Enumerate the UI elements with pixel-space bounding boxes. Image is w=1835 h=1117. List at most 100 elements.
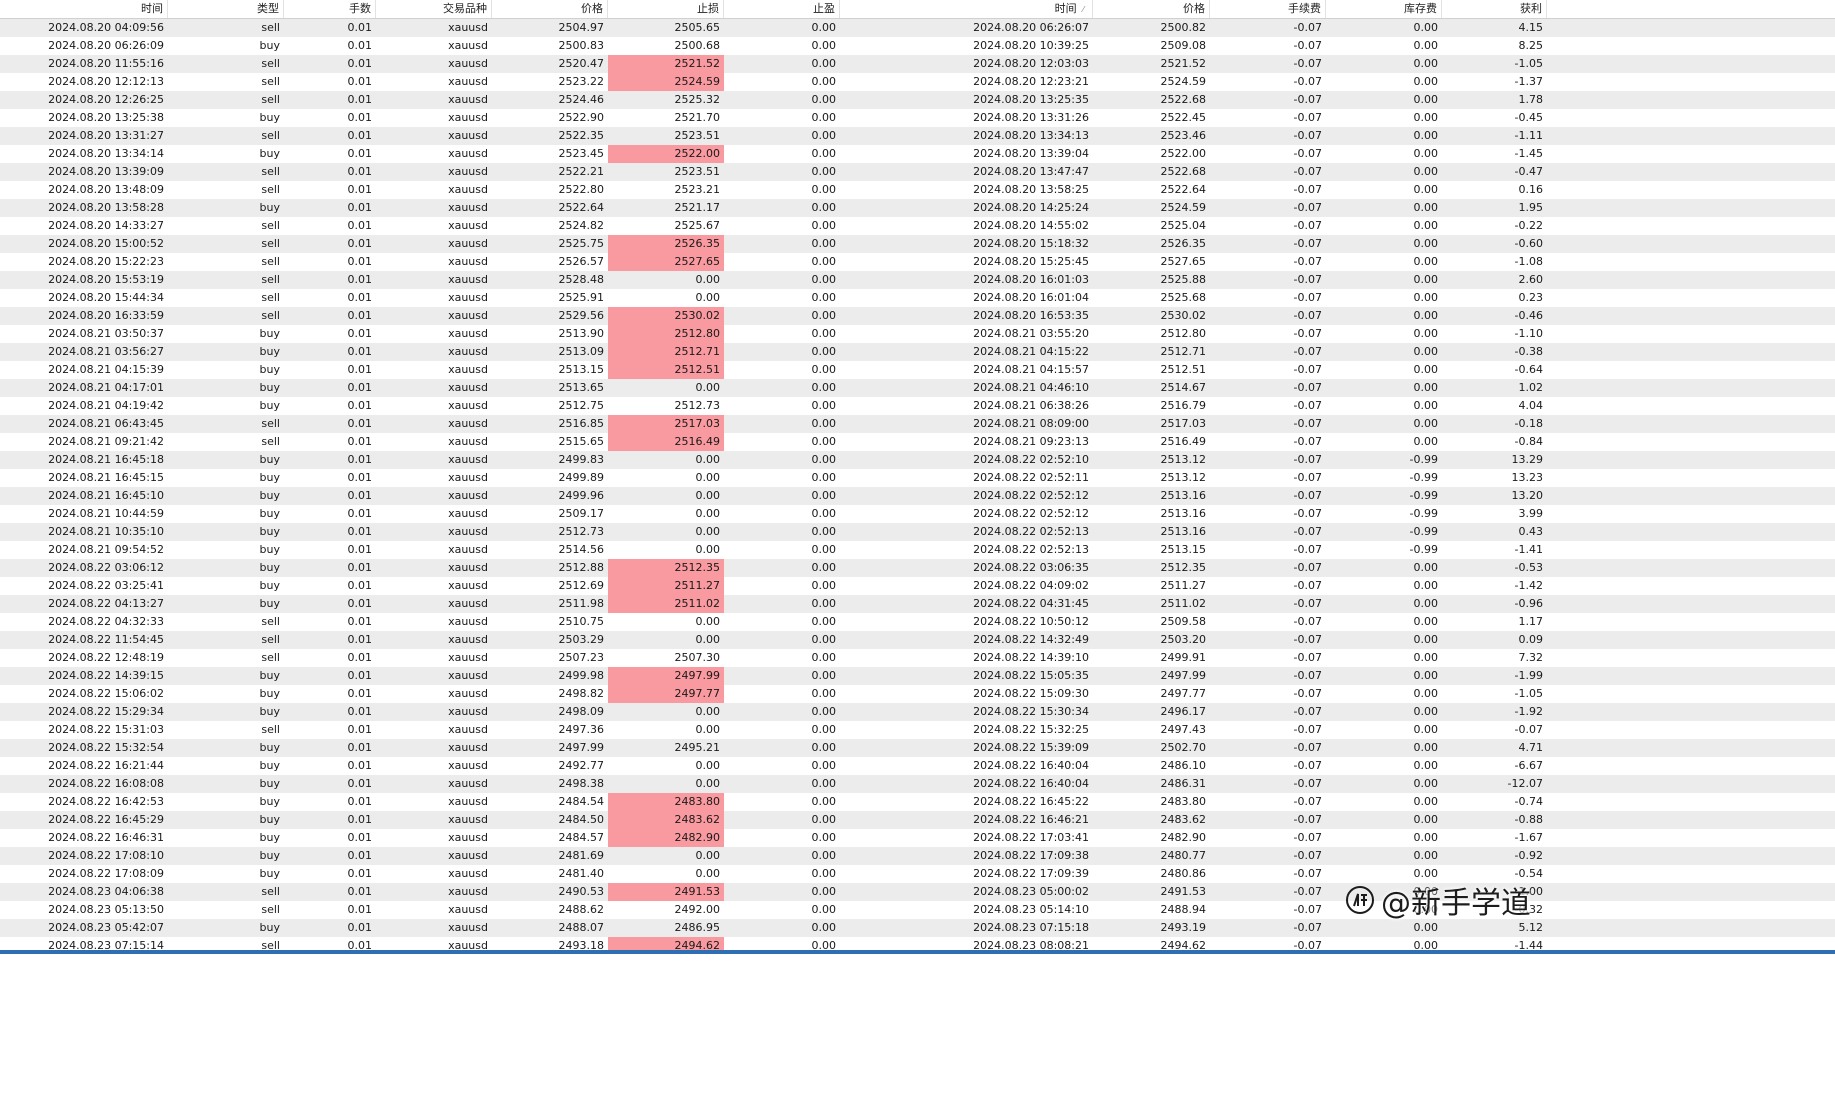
cell-stop-loss: 2511.27 bbox=[608, 577, 724, 595]
table-row[interactable]: 2024.08.20 13:58:28 buy 0.01 xauusd 2522.64 2… bbox=[0, 199, 1835, 217]
column-header-close-price[interactable]: 价格 bbox=[1093, 0, 1210, 18]
table-row[interactable]: 2024.08.20 13:39:09 sell 0.01 xauusd 2522.21… bbox=[0, 163, 1835, 181]
table-row[interactable]: 2024.08.21 04:19:42 buy 0.01 xauusd 2512.75 2… bbox=[0, 397, 1835, 415]
cell-swap: 0.00 bbox=[1413, 723, 1439, 736]
table-row[interactable]: 2024.08.22 03:06:12 buy 0.01 xauusd 2512.88 2… bbox=[0, 559, 1835, 577]
cell-open-price: 2523.22 bbox=[558, 75, 605, 88]
table-row[interactable]: 2024.08.20 06:26:09 buy 0.01 xauusd 2500.83 2… bbox=[0, 37, 1835, 55]
cell-type: sell bbox=[261, 129, 280, 142]
table-row[interactable]: 2024.08.23 04:06:38 sell 0.01 xauusd 2490.53… bbox=[0, 883, 1835, 901]
table-row[interactable]: 2024.08.22 15:29:34 buy 0.01 xauusd 2498.09 0… bbox=[0, 703, 1835, 721]
cell-take-profit: 0.00 bbox=[811, 867, 837, 880]
cell-close-time: 2024.08.20 12:03:03 bbox=[973, 57, 1089, 70]
cell-open-price: 2516.85 bbox=[558, 417, 605, 430]
cell-stop-loss: 0.00 bbox=[695, 849, 721, 862]
table-row[interactable]: 2024.08.22 16:42:53 buy 0.01 xauusd 2484.54 2… bbox=[0, 793, 1835, 811]
table-row[interactable]: 2024.08.21 04:17:01 buy 0.01 xauusd 2513.65 0… bbox=[0, 379, 1835, 397]
table-row[interactable]: 2024.08.23 05:13:50 sell 0.01 xauusd 2488.62… bbox=[0, 901, 1835, 919]
table-row[interactable]: 2024.08.21 06:43:45 sell 0.01 xauusd 2516.85… bbox=[0, 415, 1835, 433]
table-row[interactable]: 2024.08.22 04:13:27 buy 0.01 xauusd 2511.98 2… bbox=[0, 595, 1835, 613]
table-row[interactable]: 2024.08.23 05:42:07 buy 0.01 xauusd 2488.07 2… bbox=[0, 919, 1835, 937]
cell-commission: -0.07 bbox=[1293, 831, 1322, 844]
table-row[interactable]: 2024.08.20 13:34:14 buy 0.01 xauusd 2523.45 2… bbox=[0, 145, 1835, 163]
column-header-type[interactable]: 类型 bbox=[168, 0, 284, 18]
table-row[interactable]: 2024.08.20 13:31:27 sell 0.01 xauusd 2522.35… bbox=[0, 127, 1835, 145]
table-row[interactable]: 2024.08.22 11:54:45 sell 0.01 xauusd 2503.29… bbox=[0, 631, 1835, 649]
cell-open-time: 2024.08.20 16:33:59 bbox=[48, 309, 164, 322]
cell-close-price: 2512.35 bbox=[1160, 561, 1207, 574]
table-row[interactable]: 2024.08.22 17:08:10 buy 0.01 xauusd 2481.69 0… bbox=[0, 847, 1835, 865]
table-row[interactable]: 2024.08.22 15:32:54 buy 0.01 xauusd 2497.99 2… bbox=[0, 739, 1835, 757]
cell-swap: 0.00 bbox=[1413, 237, 1439, 250]
cell-close-time: 2024.08.22 16:45:22 bbox=[973, 795, 1089, 808]
cell-close-time: 2024.08.21 04:15:22 bbox=[973, 345, 1089, 358]
table-row[interactable]: 2024.08.22 16:21:44 buy 0.01 xauusd 2492.77 0… bbox=[0, 757, 1835, 775]
table-row[interactable]: 2024.08.21 09:54:52 buy 0.01 xauusd 2514.56 0… bbox=[0, 541, 1835, 559]
column-header-open-price[interactable]: 价格 bbox=[492, 0, 608, 18]
cell-volume: 0.01 bbox=[347, 795, 373, 808]
table-row[interactable]: 2024.08.20 15:53:19 sell 0.01 xauusd 2528.48… bbox=[0, 271, 1835, 289]
table-row[interactable]: 2024.08.22 14:39:15 buy 0.01 xauusd 2499.98 2… bbox=[0, 667, 1835, 685]
table-row[interactable]: 2024.08.20 13:25:38 buy 0.01 xauusd 2522.90 2… bbox=[0, 109, 1835, 127]
watermark: @新手学道 bbox=[1345, 880, 1531, 921]
cell-profit: -0.84 bbox=[1514, 435, 1543, 448]
cell-volume: 0.01 bbox=[347, 633, 373, 646]
table-row[interactable]: 2024.08.22 16:08:08 buy 0.01 xauusd 2498.38 0… bbox=[0, 775, 1835, 793]
table-row[interactable]: 2024.08.20 13:48:09 sell 0.01 xauusd 2522.80… bbox=[0, 181, 1835, 199]
cell-take-profit: 0.00 bbox=[811, 795, 837, 808]
table-row[interactable]: 2024.08.20 15:22:23 sell 0.01 xauusd 2526.57… bbox=[0, 253, 1835, 271]
table-row[interactable]: 2024.08.22 15:06:02 buy 0.01 xauusd 2498.82 2… bbox=[0, 685, 1835, 703]
table-row[interactable]: 2024.08.22 12:48:19 sell 0.01 xauusd 2507.23… bbox=[0, 649, 1835, 667]
table-row[interactable]: 2024.08.20 15:00:52 sell 0.01 xauusd 2525.75… bbox=[0, 235, 1835, 253]
table-row[interactable]: 2024.08.20 04:09:56 sell 0.01 xauusd 2504.97… bbox=[0, 19, 1835, 37]
column-header-profit[interactable]: 获利 bbox=[1442, 0, 1547, 18]
table-row[interactable]: 2024.08.22 03:25:41 buy 0.01 xauusd 2512.69 2… bbox=[0, 577, 1835, 595]
table-row[interactable]: 2024.08.20 11:55:16 sell 0.01 xauusd 2520.47… bbox=[0, 55, 1835, 73]
column-header-take-profit[interactable]: 止盈 bbox=[724, 0, 840, 18]
cell-open-time: 2024.08.22 16:45:29 bbox=[48, 813, 164, 826]
table-row[interactable]: 2024.08.21 16:45:15 buy 0.01 xauusd 2499.89 0… bbox=[0, 469, 1835, 487]
cell-symbol: xauusd bbox=[448, 219, 488, 232]
table-row[interactable]: 2024.08.22 04:32:33 sell 0.01 xauusd 2510.75… bbox=[0, 613, 1835, 631]
cell-symbol: xauusd bbox=[448, 651, 488, 664]
column-header-symbol[interactable]: 交易品种 bbox=[376, 0, 492, 18]
column-header-stop-loss[interactable]: 止损 bbox=[608, 0, 724, 18]
table-row[interactable]: 2024.08.21 16:45:10 buy 0.01 xauusd 2499.96 0… bbox=[0, 487, 1835, 505]
table-row[interactable]: 2024.08.21 04:15:39 buy 0.01 xauusd 2513.15 2… bbox=[0, 361, 1835, 379]
table-row[interactable]: 2024.08.21 10:35:10 buy 0.01 xauusd 2512.73 0… bbox=[0, 523, 1835, 541]
table-row[interactable]: 2024.08.22 17:08:09 buy 0.01 xauusd 2481.40 0… bbox=[0, 865, 1835, 883]
cell-commission: -0.07 bbox=[1293, 255, 1322, 268]
table-row[interactable]: 2024.08.20 16:33:59 sell 0.01 xauusd 2529.56… bbox=[0, 307, 1835, 325]
table-row[interactable]: 2024.08.20 12:26:25 sell 0.01 xauusd 2524.46… bbox=[0, 91, 1835, 109]
cell-open-time: 2024.08.20 12:26:25 bbox=[48, 93, 164, 106]
cell-close-price: 2512.80 bbox=[1160, 327, 1207, 340]
column-header-open-time[interactable]: 时间 bbox=[0, 0, 168, 18]
table-row[interactable]: 2024.08.21 03:56:27 buy 0.01 xauusd 2513.09 2… bbox=[0, 343, 1835, 361]
cell-profit: -0.53 bbox=[1514, 561, 1543, 574]
table-row[interactable]: 2024.08.22 16:45:29 buy 0.01 xauusd 2484.50 2… bbox=[0, 811, 1835, 829]
table-row[interactable]: 2024.08.21 03:50:37 buy 0.01 xauusd 2513.90 2… bbox=[0, 325, 1835, 343]
table-row[interactable]: 2024.08.20 12:12:13 sell 0.01 xauusd 2523.22… bbox=[0, 73, 1835, 91]
cell-profit: -0.60 bbox=[1514, 237, 1543, 250]
cell-volume: 0.01 bbox=[347, 345, 373, 358]
table-row[interactable]: 2024.08.22 16:46:31 buy 0.01 xauusd 2484.57 2… bbox=[0, 829, 1835, 847]
table-row[interactable]: 2024.08.21 10:44:59 buy 0.01 xauusd 2509.17 0… bbox=[0, 505, 1835, 523]
column-header-swap[interactable]: 库存费 bbox=[1326, 0, 1442, 18]
cell-open-price: 2512.69 bbox=[558, 579, 605, 592]
cell-open-price: 2499.89 bbox=[558, 471, 605, 484]
column-header-commission[interactable]: 手续费 bbox=[1210, 0, 1326, 18]
cell-type: buy bbox=[259, 795, 280, 808]
cell-profit: 1.78 bbox=[1518, 93, 1544, 106]
cell-commission: -0.07 bbox=[1293, 345, 1322, 358]
trade-history-table: 时间 类型 手数 交易品种 价格 止损 止盈 时间 ⁄ 价格 手续费 库存费 获利 2024.08.20… bbox=[0, 0, 1835, 955]
table-row[interactable]: 2024.08.22 15:31:03 sell 0.01 xauusd 2497.36… bbox=[0, 721, 1835, 739]
cell-commission: -0.07 bbox=[1293, 687, 1322, 700]
column-header-volume[interactable]: 手数 bbox=[284, 0, 376, 18]
cell-take-profit: 0.00 bbox=[811, 471, 837, 484]
table-row[interactable]: 2024.08.21 09:21:42 sell 0.01 xauusd 2515.65… bbox=[0, 433, 1835, 451]
table-row[interactable]: 2024.08.20 15:44:34 sell 0.01 xauusd 2525.91… bbox=[0, 289, 1835, 307]
column-header-close-time[interactable]: 时间 ⁄ bbox=[840, 0, 1093, 18]
cell-open-time: 2024.08.22 16:42:53 bbox=[48, 795, 164, 808]
table-row[interactable]: 2024.08.21 16:45:18 buy 0.01 xauusd 2499.83 0… bbox=[0, 451, 1835, 469]
table-row[interactable]: 2024.08.20 14:33:27 sell 0.01 xauusd 2524.82… bbox=[0, 217, 1835, 235]
